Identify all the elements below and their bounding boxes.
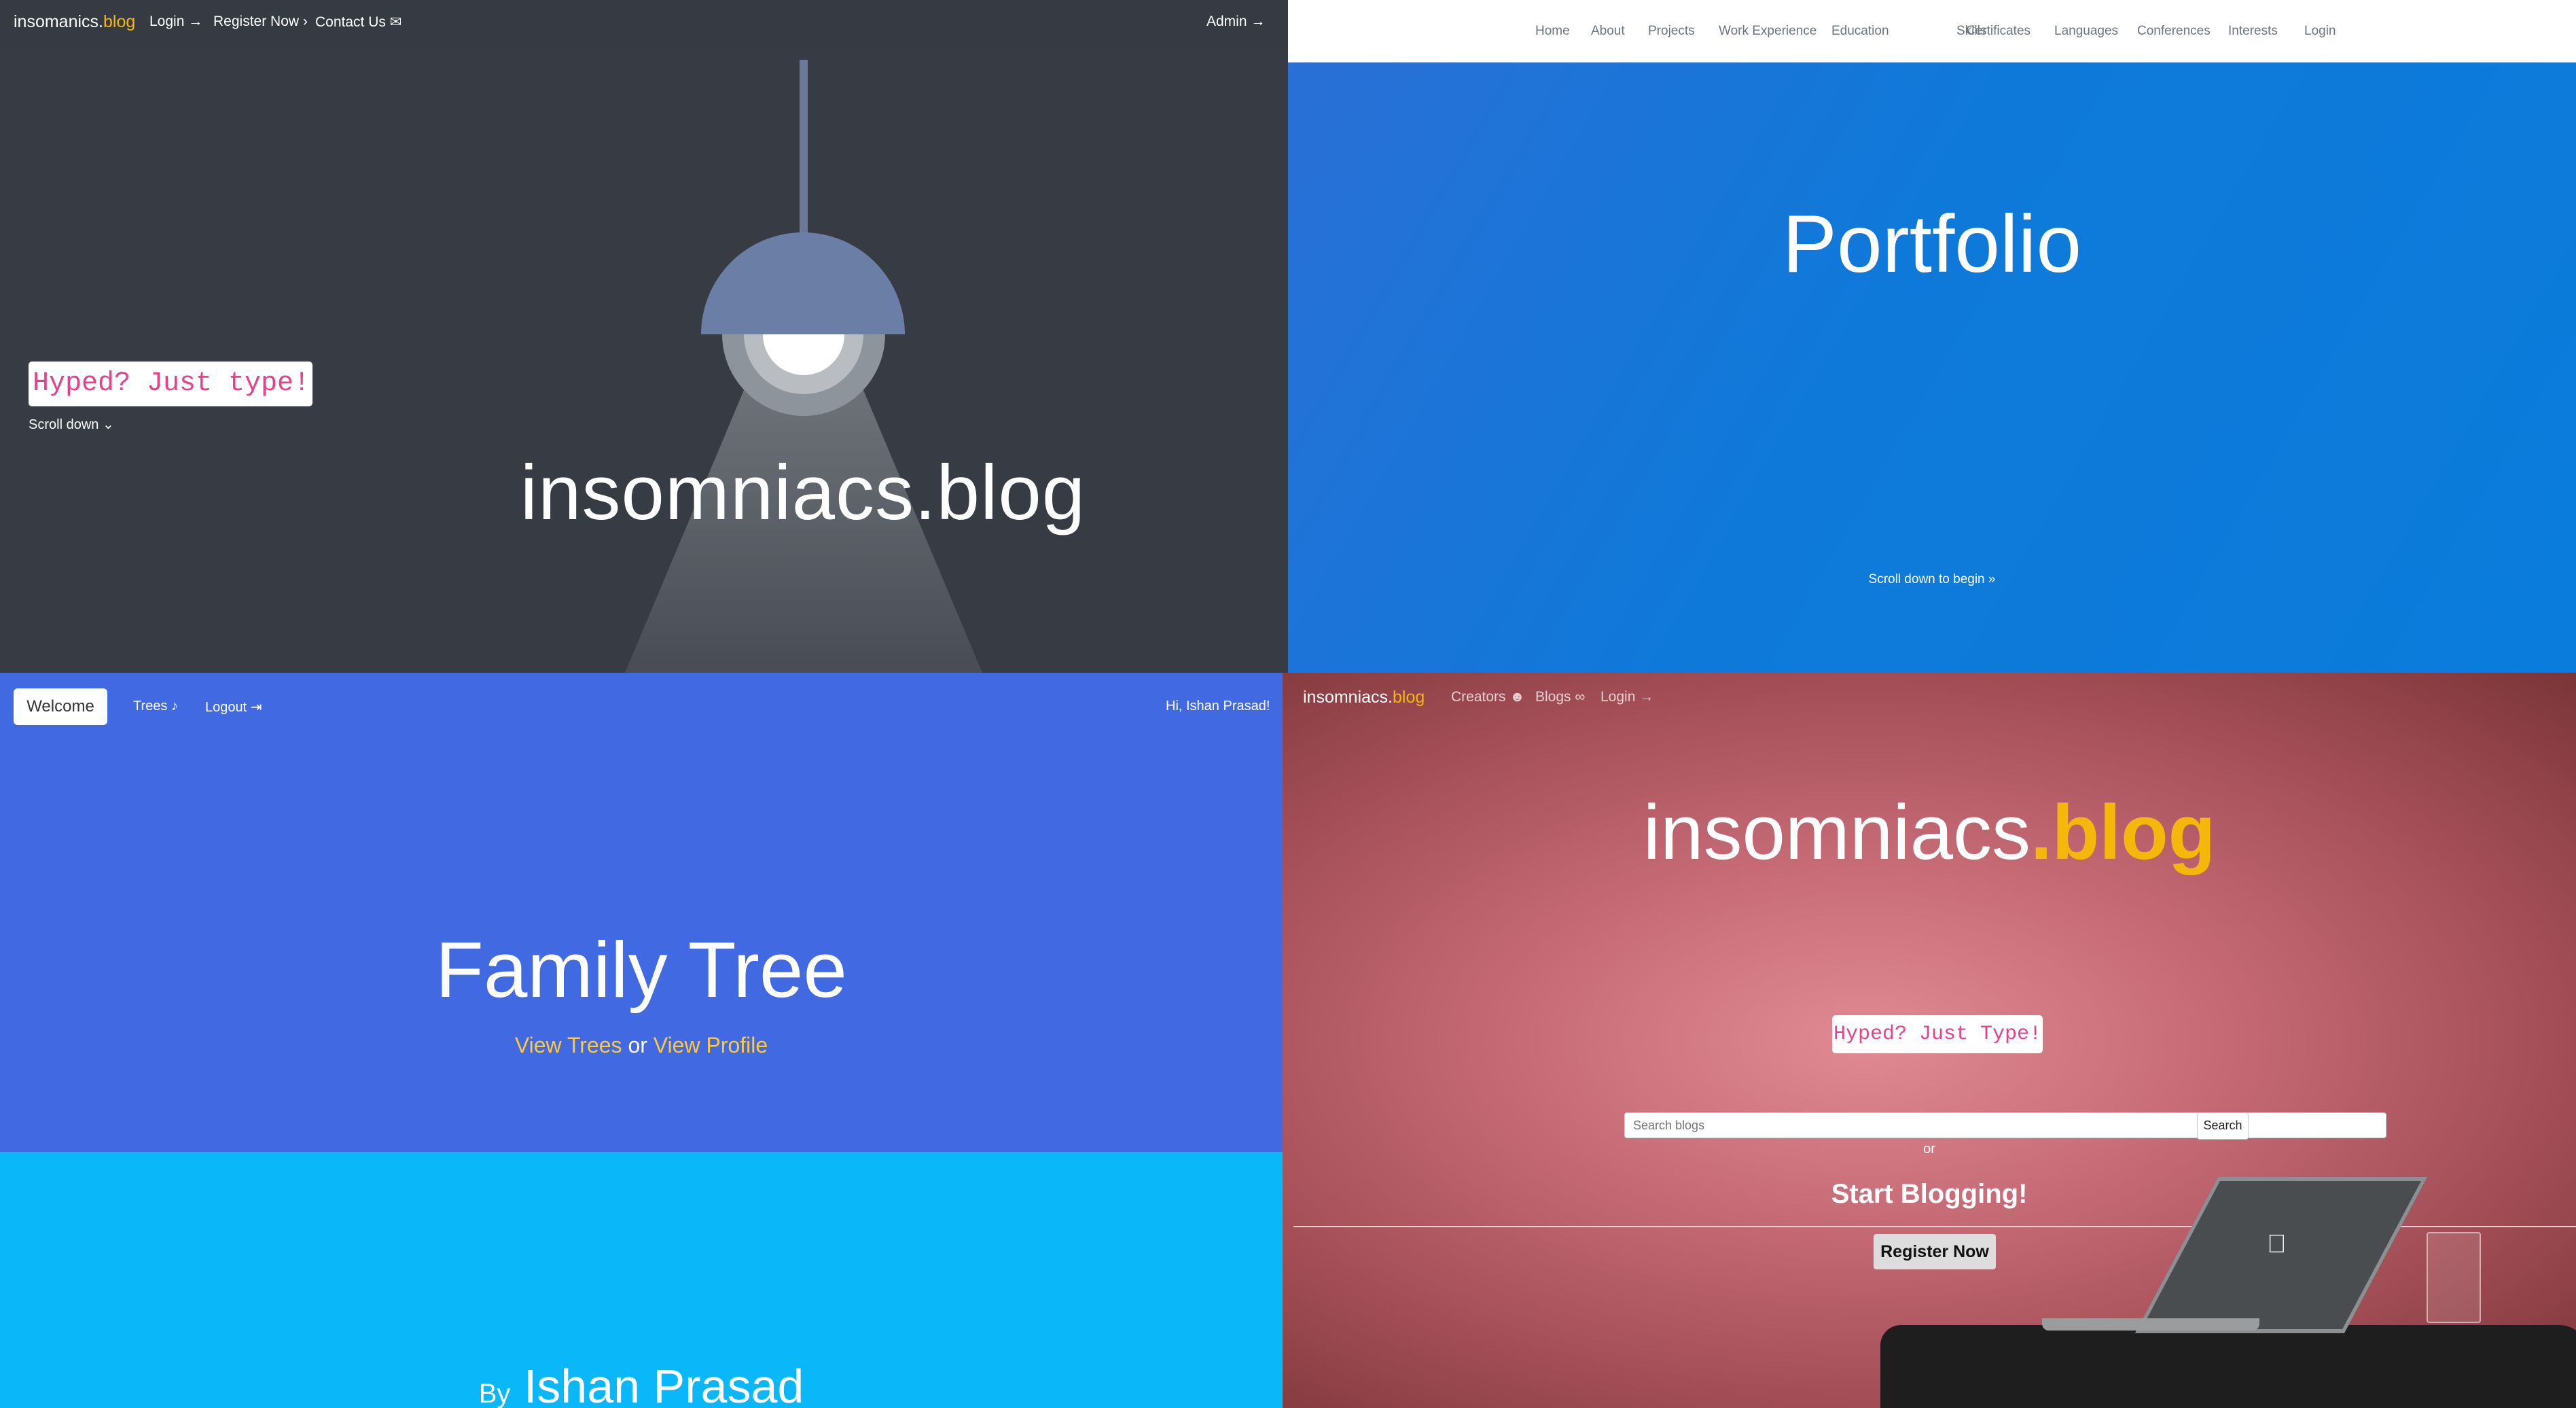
users-icon: ☻ xyxy=(1509,689,1525,705)
scroll-down-link[interactable]: Scroll down ⌄ xyxy=(29,416,114,433)
typing-box[interactable]: Hyped? Just Type! xyxy=(1832,1015,2043,1053)
glass-illustration xyxy=(2427,1232,2481,1323)
register-now-button[interactable]: Register Now xyxy=(1874,1234,1996,1269)
family-tree-title: Family Tree xyxy=(435,926,847,1014)
portfolio-title: Portfolio xyxy=(1782,198,2082,289)
portfolio-navbar: Home About Projects Work Experience Educ… xyxy=(1288,0,2576,63)
sign-in-icon: → xyxy=(1251,14,1266,29)
nav-contact-link[interactable]: Contact Us ✉ xyxy=(315,14,401,31)
sign-in-icon: → xyxy=(1639,689,1654,705)
table-illustration xyxy=(1880,1325,2576,1408)
family-tree-panel: Welcome Trees ♪ Logout ⇥ Hi, Ishan Prasa… xyxy=(0,673,1283,1408)
lamp-cord xyxy=(800,60,808,236)
nav-home[interactable]: Home xyxy=(1535,24,1570,39)
author-credit: By Ishan Prasad xyxy=(478,1360,804,1408)
nav-login-link[interactable]: Login → xyxy=(1600,689,1653,705)
nav-logout-link[interactable]: Logout ⇥ xyxy=(205,699,262,716)
nav-about[interactable]: About xyxy=(1591,24,1625,39)
view-trees-link[interactable]: View Trees xyxy=(515,1033,622,1057)
typing-box[interactable]: Hyped? Just type! xyxy=(29,362,312,406)
nav-creators-link[interactable]: Creators ☻ xyxy=(1451,689,1524,705)
nav-interests[interactable]: Interests xyxy=(2228,24,2278,39)
sign-out-icon: ⇥ xyxy=(250,700,262,715)
search-input[interactable] xyxy=(1624,1112,2386,1138)
lamp-shade xyxy=(701,232,905,334)
nav-projects[interactable]: Projects xyxy=(1648,24,1695,39)
double-chevron-down-icon: » xyxy=(1988,572,1996,586)
sign-in-icon: → xyxy=(188,14,203,29)
or-text: or xyxy=(1923,1142,1935,1157)
view-profile-link[interactable]: View Profile xyxy=(654,1033,768,1057)
brand-logo[interactable]: insomniacs.blog xyxy=(1303,688,1425,707)
portfolio-panel: Home About Projects Work Experience Educ… xyxy=(1288,0,2576,673)
laptop-base-illustration xyxy=(2042,1318,2259,1331)
link-icon: ∞ xyxy=(1575,689,1586,705)
nav-education[interactable]: Education xyxy=(1831,24,1889,39)
bell-icon: ♪ xyxy=(171,699,178,714)
brand-logo[interactable]: insomanics.blog xyxy=(14,12,135,32)
nav-login[interactable]: Login xyxy=(2304,24,2336,39)
chevron-right-icon: › xyxy=(302,14,308,29)
nav-conferences[interactable]: Conferences xyxy=(2137,24,2211,39)
nav-register-link[interactable]: Register Now › xyxy=(213,14,308,30)
scroll-down-link[interactable]: Scroll down to begin » xyxy=(1288,572,2576,587)
nav-trees-link[interactable]: Trees ♪ xyxy=(133,699,178,714)
inbox-icon: ✉ xyxy=(389,14,402,30)
insomniacs-blog-panel: insomniacs.blog Creators ☻ Blogs ∞ Login… xyxy=(1283,673,2576,1408)
nav-admin-link[interactable]: Admin → xyxy=(1206,14,1265,30)
nav-login-link[interactable]: Login → xyxy=(149,14,202,30)
insomanics-landing-panel: insomanics.blog Login → Register Now › C… xyxy=(0,0,1288,673)
nav-blogs-link[interactable]: Blogs ∞ xyxy=(1535,689,1585,705)
hero-title: insomniacs.blog xyxy=(1643,790,2216,876)
search-button[interactable]: Search xyxy=(2197,1112,2249,1140)
hero-title: insomniacs.blog xyxy=(520,450,1086,536)
hero-links: View Trees or View Profile xyxy=(514,1033,768,1057)
chevron-down-icon: ⌄ xyxy=(102,417,114,432)
user-greeting: Hi, Ishan Prasad! xyxy=(1166,699,1270,714)
family-tree-hero: Welcome Trees ♪ Logout ⇥ Hi, Ishan Prasa… xyxy=(0,673,1283,1152)
nav-certificates[interactable]: Certificates xyxy=(1966,24,2031,39)
welcome-button[interactable]: Welcome xyxy=(14,688,107,725)
top-navbar: insomanics.blog Login → Register Now › C… xyxy=(0,0,1288,45)
nav-work-experience[interactable]: Work Experience xyxy=(1719,24,1817,39)
apple-logo-icon:  xyxy=(2267,1230,2293,1259)
nav-languages[interactable]: Languages xyxy=(2054,24,2118,39)
